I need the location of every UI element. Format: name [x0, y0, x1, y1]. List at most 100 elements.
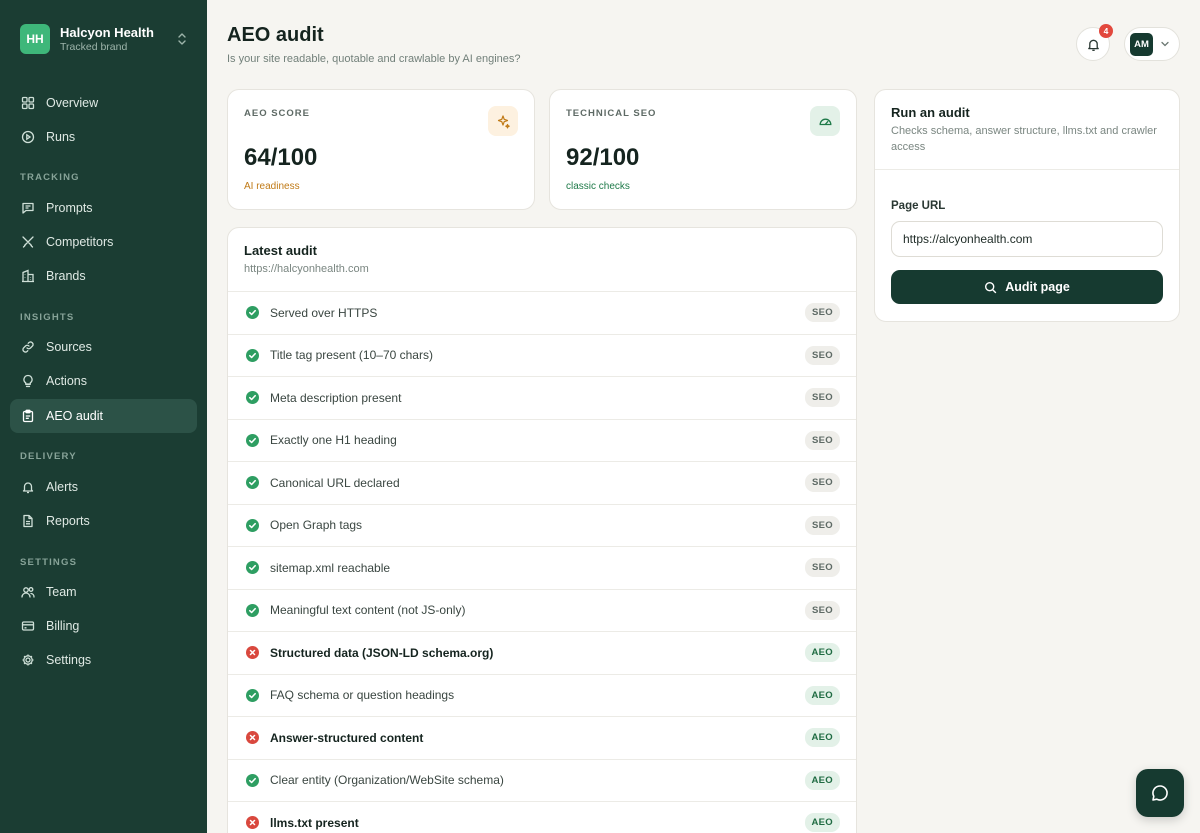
check-category-tag: SEO	[805, 345, 840, 365]
check-category-tag: SEO	[805, 430, 840, 450]
users-icon	[21, 587, 35, 598]
sidebar: HH Halcyon Health Tracked brand Overview…	[0, 0, 207, 833]
audit-check-row: Open Graph tags SEO	[228, 503, 856, 547]
grid-icon	[21, 96, 35, 110]
check-circle-icon	[246, 561, 259, 575]
sidebar-item-label: Billing	[46, 619, 80, 633]
audit-check-list: Served over HTTPS SEO Title tag present (1…	[228, 291, 856, 833]
audit-check-label: Meaningful text content (not JS-only)	[270, 603, 466, 618]
gauge-icon	[819, 118, 831, 125]
sidebar-item-label: Competitors	[46, 235, 114, 249]
search-icon	[985, 281, 997, 293]
link-icon	[22, 341, 34, 353]
run-audit-description: Checks schema, answer structure, llms.tx…	[891, 125, 1157, 153]
message-square-icon	[22, 202, 34, 214]
technical-seo-value: 92/100	[566, 144, 640, 171]
technical-seo-card: TECHNICAL SEO 92/100 classic checks	[549, 89, 857, 210]
check-category-tag: SEO	[805, 388, 840, 408]
check-category-tag: SEO	[805, 515, 840, 535]
audit-check-label: Canonical URL declared	[270, 475, 400, 490]
sidebar-item-actions[interactable]: Actions	[10, 364, 197, 398]
brand-logo: HH	[20, 24, 50, 54]
check-category-tag: AEO	[804, 685, 840, 705]
lightbulb-icon	[23, 374, 33, 388]
run-audit-title: Run an audit	[891, 105, 970, 120]
sidebar-item-label: AEO audit	[46, 409, 103, 423]
brand-switcher[interactable]: HH Halcyon Health Tracked brand	[20, 24, 188, 54]
check-circle-icon	[246, 433, 259, 447]
check-category-tag: SEO	[805, 473, 840, 493]
divider	[875, 169, 1179, 170]
audit-check-label: FAQ schema or question headings	[270, 688, 455, 703]
audit-check-label: Open Graph tags	[270, 518, 363, 533]
sidebar-item-aeo-audit[interactable]: AEO audit	[10, 399, 197, 433]
sidebar-item-reports[interactable]: Reports	[10, 504, 197, 538]
check-circle-icon	[246, 518, 259, 532]
sidebar-item-prompts[interactable]: Prompts	[10, 191, 197, 225]
aeo-score-card: AEO SCORE 64/100 AI readiness	[227, 89, 535, 210]
audit-check-row: Served over HTTPS SEO	[228, 291, 856, 334]
x-circle-icon	[246, 816, 259, 830]
check-category-tag: AEO	[804, 813, 840, 833]
check-circle-icon	[246, 773, 259, 787]
audit-check-row: Meaningful text content (not JS-only) SEO	[228, 588, 856, 632]
x-circle-icon	[246, 646, 259, 660]
sidebar-item-sources[interactable]: Sources	[10, 330, 197, 364]
sidebar-item-overview[interactable]: Overview	[10, 86, 197, 120]
sidebar-item-label: Actions	[46, 374, 87, 388]
play-circle-icon	[21, 130, 35, 144]
sidebar-item-label: Sources	[46, 340, 92, 354]
building-icon	[22, 269, 34, 283]
nav-section-insights: INSIGHTS	[20, 312, 75, 323]
audit-check-row: Clear entity (Organization/WebSite schem…	[228, 758, 856, 802]
audit-check-row: Meta description present SEO	[228, 376, 856, 419]
technical-seo-label: TECHNICAL SEO	[566, 108, 657, 119]
audit-check-label: sitemap.xml reachable	[270, 560, 391, 575]
latest-audit-card: Latest audit https://halcyonhealth.com S…	[227, 227, 857, 833]
run-audit-card: Run an audit Checks schema, answer struc…	[874, 89, 1180, 322]
file-icon	[23, 514, 33, 528]
latest-audit-url: https://halcyonhealth.com	[244, 263, 369, 275]
user-menu-button[interactable]: AM	[1124, 27, 1180, 61]
sidebar-item-label: Brands	[46, 269, 86, 283]
technical-seo-note: classic checks	[566, 181, 630, 192]
sidebar-item-team[interactable]: Team	[10, 575, 197, 609]
sidebar-item-competitors[interactable]: Competitors	[10, 225, 197, 259]
check-circle-icon	[246, 306, 259, 320]
chat-button[interactable]	[1136, 769, 1184, 817]
audit-check-row: sitemap.xml reachable SEO	[228, 546, 856, 589]
sidebar-item-label: Prompts	[46, 201, 93, 215]
audit-check-label: Served over HTTPS	[270, 305, 378, 320]
check-category-tag: AEO	[804, 643, 840, 663]
audit-check-label: Answer-structured content	[270, 730, 424, 745]
sidebar-item-runs[interactable]: Runs	[10, 120, 197, 154]
page-subtitle: Is your site readable, quotable and craw…	[227, 53, 521, 65]
sidebar-item-settings[interactable]: Settings	[10, 643, 197, 677]
aeo-score-value: 64/100	[244, 144, 318, 171]
avatar: AM	[1130, 32, 1153, 56]
audit-check-row: Canonical URL declared SEO	[228, 461, 856, 504]
sidebar-item-label: Settings	[46, 653, 92, 667]
page-url-input[interactable]	[891, 221, 1163, 257]
audit-check-row: Title tag present (10–70 chars) SEO	[228, 333, 856, 377]
bell-icon	[1087, 39, 1099, 51]
sidebar-item-brands[interactable]: Brands	[10, 259, 197, 293]
credit-card-icon	[21, 621, 35, 631]
sidebar-item-billing[interactable]: Billing	[10, 609, 197, 643]
aeo-score-icon-wrap	[488, 106, 518, 136]
sparkles-icon	[497, 114, 510, 128]
check-category-tag: SEO	[805, 600, 840, 620]
audit-page-button[interactable]: Audit page	[891, 270, 1163, 304]
audit-check-row: FAQ schema or question headings AEO	[228, 673, 856, 717]
gear-icon	[22, 654, 34, 666]
audit-check-label: Meta description present	[270, 390, 402, 405]
sidebar-item-alerts[interactable]: Alerts	[10, 470, 197, 504]
check-circle-icon	[246, 603, 259, 617]
sidebar-item-label: Reports	[46, 514, 90, 528]
bell-icon	[22, 482, 34, 494]
check-category-tag: AEO	[804, 728, 840, 748]
latest-audit-title: Latest audit	[244, 243, 317, 258]
audit-page-button-label: Audit page	[1005, 280, 1070, 294]
sidebar-item-label: Runs	[46, 130, 76, 144]
aeo-score-note: AI readiness	[244, 181, 300, 192]
